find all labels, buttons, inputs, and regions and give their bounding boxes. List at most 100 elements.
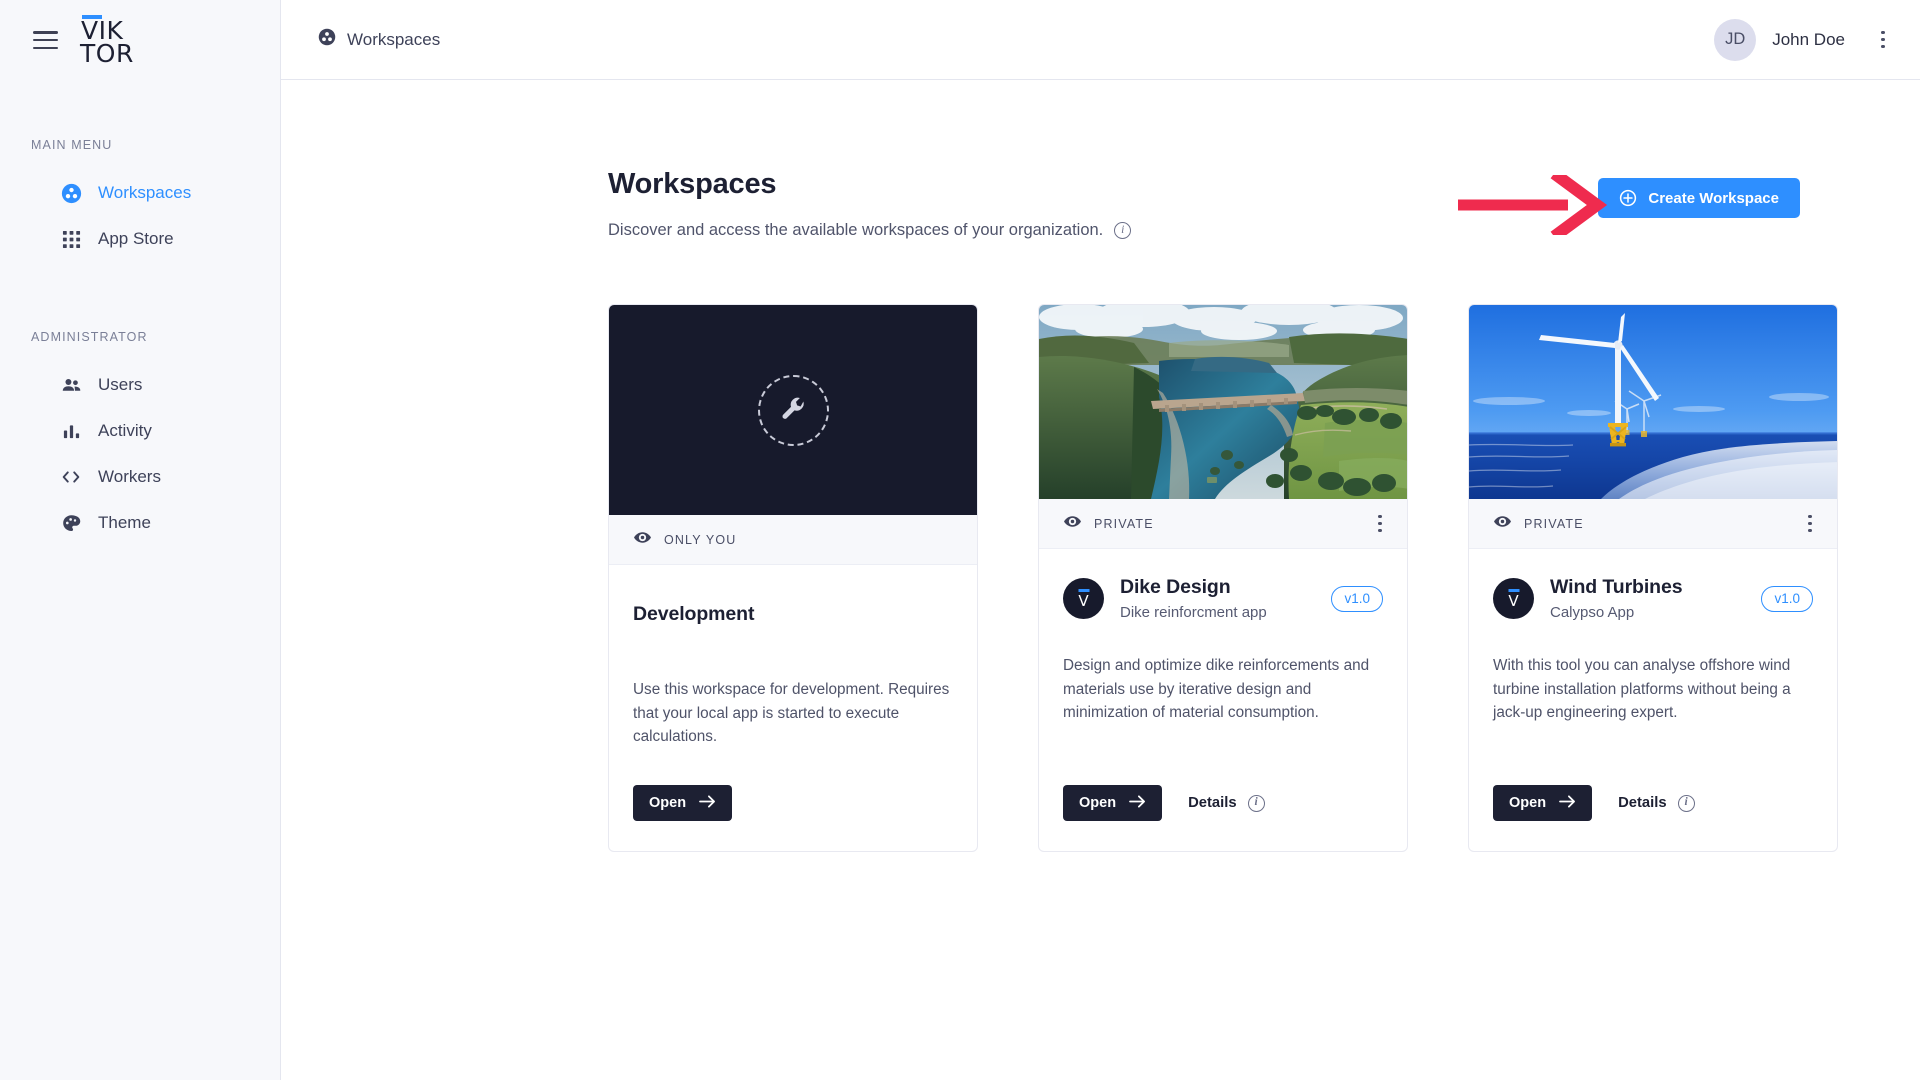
sidebar-item-label-workers: Workers (98, 467, 161, 486)
card-visibility-label: PRIVATE (1094, 516, 1154, 531)
palette-icon (60, 512, 82, 534)
app-avatar: V (1493, 578, 1534, 619)
grid-icon (60, 228, 82, 250)
eye-icon (1493, 512, 1512, 536)
sidebar-section-label-main: MAIN MENU (31, 138, 113, 152)
info-icon[interactable]: i (1114, 222, 1132, 239)
top-bar-user-area: JD John Doe (1714, 18, 1897, 61)
app-avatar: V (1063, 578, 1104, 619)
bar-chart-icon (60, 420, 82, 442)
card-actions: Open Details i (1493, 785, 1813, 822)
card-media-placeholder (609, 305, 977, 515)
open-button[interactable]: Open (1063, 785, 1163, 822)
info-icon: i (1677, 794, 1695, 812)
card-actions: Open Details i (1063, 785, 1383, 822)
hamburger-menu-icon[interactable] (33, 31, 58, 49)
arrow-right-icon (1559, 794, 1576, 813)
sidebar-item-app-store[interactable]: App Store (0, 216, 280, 262)
card-media-image (1039, 305, 1407, 499)
avatar[interactable]: JD (1714, 18, 1757, 61)
card-title-block: Wind Turbines Calypso App (1550, 576, 1745, 621)
open-button-label: Open (1079, 795, 1117, 812)
breadcrumb-label: Workspaces (347, 29, 441, 49)
sidebar-item-label-activity: Activity (98, 421, 152, 440)
card-body: Development Use this workspace for devel… (609, 565, 977, 851)
card-description: Use this workspace for development. Requ… (633, 681, 950, 746)
sidebar-item-users[interactable]: Users (0, 362, 280, 408)
sidebar-item-label-workspaces: Workspaces (98, 183, 192, 202)
card-visibility-row: PRIVATE (1469, 499, 1837, 549)
open-button-label: Open (649, 795, 687, 812)
app-avatar-accent-bar (1078, 589, 1089, 592)
eye-icon (633, 528, 652, 552)
main-area: Workspaces JD John Doe Workspaces Discov… (281, 0, 1920, 1080)
sidebar-section-label-administrator: ADMINISTRATOR (31, 330, 148, 344)
open-button[interactable]: Open (1493, 785, 1593, 822)
page-header-actions: Create Workspace (1458, 168, 1800, 242)
card-title: Development (633, 603, 755, 625)
sidebar-item-label-app-store: App Store (98, 229, 174, 248)
card-visibility: PRIVATE (1063, 512, 1154, 536)
wrench-placeholder-icon (757, 374, 829, 446)
sidebar-nav-main: Workspaces App Store (0, 170, 280, 262)
workspace-card[interactable]: PRIVATE V Dike Design Dike reinforcment … (1038, 304, 1408, 853)
page-content: Workspaces Discover and access the avail… (281, 80, 1920, 853)
details-button[interactable]: Details i (1618, 794, 1695, 812)
workspaces-icon (318, 28, 336, 51)
sidebar-item-workers[interactable]: Workers (0, 454, 280, 500)
breadcrumb[interactable]: Workspaces (318, 28, 440, 51)
user-name: John Doe (1772, 29, 1845, 49)
sidebar-item-activity[interactable]: Activity (0, 408, 280, 454)
card-actions: Open (633, 785, 953, 822)
card-title-block: Development (633, 603, 953, 626)
page-title: Workspaces (608, 168, 777, 200)
open-button-label: Open (1509, 795, 1547, 812)
code-brackets-icon (60, 466, 82, 488)
card-description: Design and optimize dike reinforcements … (1063, 657, 1370, 722)
details-label: Details (1618, 795, 1667, 812)
sidebar-item-theme[interactable]: Theme (0, 500, 280, 546)
card-visibility-row: PRIVATE (1039, 499, 1407, 549)
sidebar-item-workspaces[interactable]: Workspaces (0, 170, 280, 216)
sidebar: VIK TOR MAIN MENU Workspaces App Store A… (0, 0, 281, 1080)
kebab-menu-icon[interactable] (1869, 26, 1897, 54)
sidebar-header: VIK TOR (0, 0, 280, 80)
app-avatar-accent-bar (1508, 589, 1519, 592)
offshore-wind-turbine-photo (1469, 305, 1837, 499)
create-workspace-button[interactable]: Create Workspace (1598, 178, 1800, 218)
card-menu-icon[interactable] (1804, 511, 1816, 537)
arrow-right-icon (699, 794, 716, 813)
version-badge[interactable]: v1.0 (1761, 585, 1813, 612)
workspace-card-grid: ONLY YOU Development Use this workspace … (608, 304, 1920, 853)
eye-icon (1063, 512, 1082, 536)
details-button[interactable]: Details i (1188, 794, 1265, 812)
card-menu-icon[interactable] (1374, 511, 1386, 537)
card-title: Wind Turbines (1550, 576, 1683, 598)
card-visibility: ONLY YOU (633, 528, 736, 552)
logo-accent-bar (82, 15, 102, 19)
viktor-logo[interactable]: VIK TOR (80, 15, 134, 68)
card-description: With this tool you can analyse offshore … (1493, 657, 1791, 722)
version-badge[interactable]: v1.0 (1331, 585, 1383, 612)
logo-line-2: TOR (80, 39, 134, 68)
page-header-text: Workspaces Discover and access the avail… (608, 168, 1132, 240)
open-button[interactable]: Open (633, 785, 733, 822)
card-visibility-label: PRIVATE (1524, 516, 1584, 531)
workspace-card[interactable]: PRIVATE V Wind Turbines Calypso App v1.0… (1468, 304, 1838, 853)
workspaces-icon (60, 182, 82, 204)
aerial-reservoir-photo (1039, 305, 1407, 499)
card-subtitle: Calypso App (1550, 604, 1635, 621)
card-title: Dike Design (1120, 576, 1231, 598)
details-label: Details (1188, 795, 1237, 812)
card-visibility: PRIVATE (1493, 512, 1584, 536)
create-workspace-label: Create Workspace (1648, 189, 1779, 207)
card-header: Development (633, 591, 953, 638)
top-bar: Workspaces JD John Doe (281, 0, 1920, 80)
page-header: Workspaces Discover and access the avail… (608, 168, 1920, 242)
card-body: V Wind Turbines Calypso App v1.0 With th… (1469, 549, 1837, 851)
workspace-card[interactable]: ONLY YOU Development Use this workspace … (608, 304, 978, 853)
card-subtitle: Dike reinforcment app (1120, 604, 1267, 621)
sidebar-item-label-theme: Theme (98, 513, 151, 532)
plus-circle-icon (1619, 189, 1637, 207)
sidebar-nav-admin: Users Activity Workers Theme (0, 362, 280, 546)
